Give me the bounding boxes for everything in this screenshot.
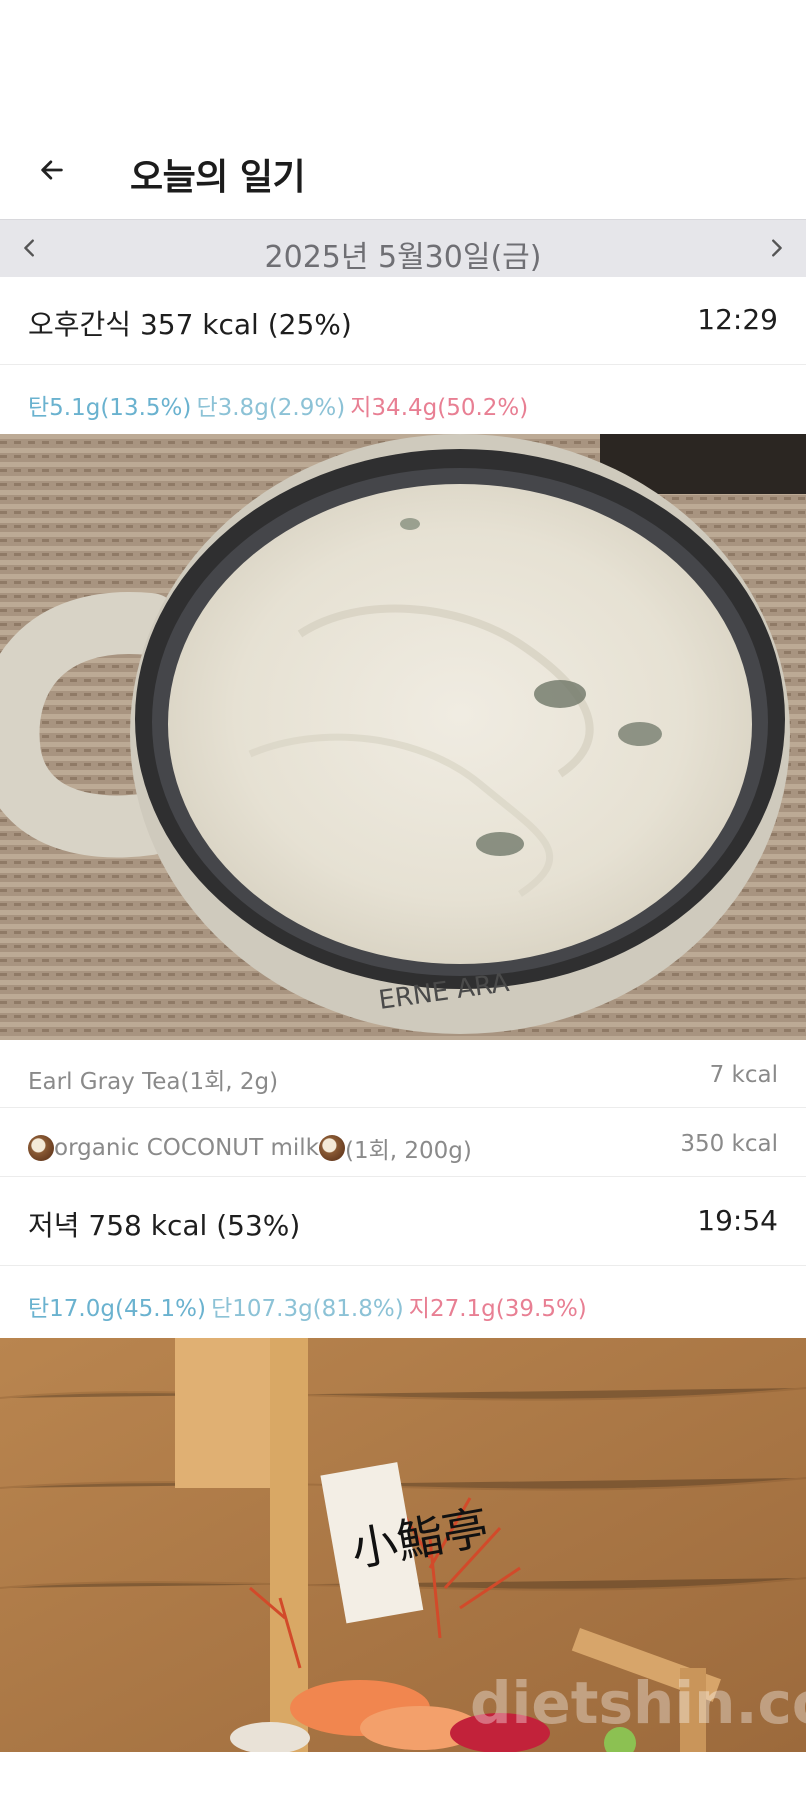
- meal-title: 오후간식 357 kcal (25%): [28, 308, 352, 341]
- macro-summary-snack: 탄5.1g(13.5%) 단3.8g(2.9%) 지34.4g(50.2%): [0, 366, 806, 436]
- carb-value: 탄5.1g(13.5%): [28, 395, 192, 421]
- meal-header-dinner[interactable]: 저녁 758 kcal (53%) 19:54: [0, 1178, 806, 1266]
- back-button[interactable]: [30, 148, 74, 192]
- current-date[interactable]: 2025년 5월30일(금): [0, 232, 806, 276]
- arrow-left-icon: [41, 160, 63, 180]
- page-title: 오늘의 일기: [130, 157, 306, 198]
- chevron-right-icon: [772, 239, 782, 257]
- sushi-image: 小鮨亭 dietshin.com: [0, 1338, 806, 1752]
- food-kcal: 350 kcal: [680, 1131, 778, 1157]
- fat-value: 지34.4g(50.2%): [350, 395, 529, 421]
- meal-time: 19:54: [697, 1204, 778, 1237]
- food-kcal: 7 kcal: [709, 1062, 778, 1088]
- coconut-icon: [28, 1135, 54, 1161]
- carb-value: 탄17.0g(45.1%): [28, 1296, 206, 1322]
- snack-photo[interactable]: ERNE ARA: [0, 434, 806, 1040]
- macro-summary-dinner: 탄17.0g(45.1%) 단107.3g(81.8%) 지27.1g(39.5…: [0, 1267, 806, 1337]
- food-item-earl-grey[interactable]: Earl Gray Tea(1회, 2g) 7 kcal: [0, 1040, 806, 1108]
- watermark: dietshin.com: [470, 1669, 806, 1737]
- meal-title: 저녁 758 kcal (53%): [28, 1209, 301, 1242]
- protein-value: 단107.3g(81.8%): [211, 1296, 404, 1322]
- coconut-icon: [318, 1135, 345, 1161]
- food-name-text: organic COCONUT milk: [54, 1135, 319, 1161]
- app-bar: 오늘의 일기: [0, 0, 806, 218]
- fat-value: 지27.1g(39.5%): [408, 1296, 587, 1322]
- food-name: organic COCONUT milk (1회, 200g): [28, 1131, 472, 1165]
- food-name: Earl Gray Tea(1회, 2g): [28, 1069, 279, 1095]
- meal-header-snack[interactable]: 오후간식 357 kcal (25%) 12:29: [0, 277, 806, 365]
- protein-value: 단3.8g(2.9%): [196, 395, 346, 421]
- food-portion: (1회, 200g): [344, 1138, 472, 1164]
- next-day-button[interactable]: [756, 228, 796, 268]
- meal-time: 12:29: [697, 303, 778, 336]
- dinner-photo[interactable]: 小鮨亭 dietshin.com: [0, 1338, 806, 1752]
- food-item-coconut-milk[interactable]: organic COCONUT milk (1회, 200g) 350 kcal: [0, 1109, 806, 1177]
- mug-image: ERNE ARA: [0, 434, 806, 1040]
- date-navigation: 2025년 5월30일(금): [0, 219, 806, 277]
